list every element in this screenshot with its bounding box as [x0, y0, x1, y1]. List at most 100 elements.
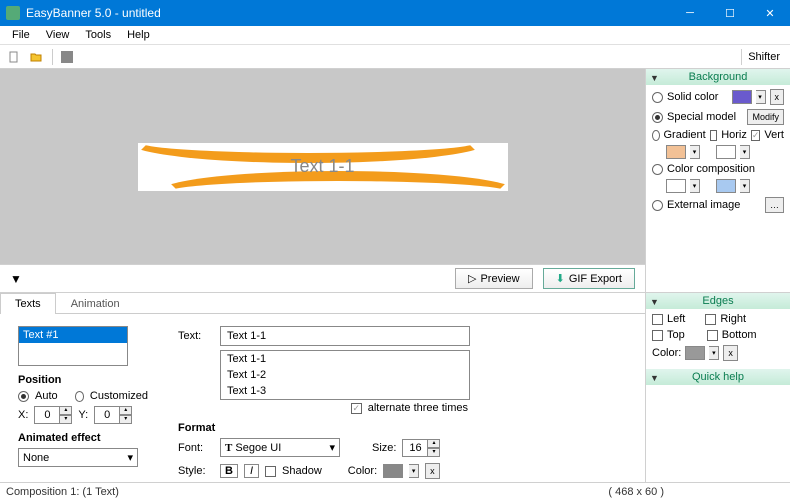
color-button[interactable] [57, 47, 77, 67]
open-button[interactable] [26, 47, 46, 67]
colorcomp-radio[interactable] [652, 164, 663, 175]
alternate-check[interactable] [351, 403, 362, 414]
chevron-down-icon: ▾ [329, 441, 335, 454]
x-up[interactable]: ▴ [60, 406, 72, 415]
solid-color-clear[interactable]: x [770, 89, 785, 105]
menubar: File View Tools Help [0, 26, 790, 45]
grad-color2-drop[interactable]: ▾ [740, 145, 750, 159]
background-panel-header[interactable]: ▼Background [646, 69, 790, 85]
grad-color1-swatch[interactable] [666, 145, 686, 159]
external-image-radio[interactable] [652, 200, 663, 211]
edge-right-check[interactable] [705, 314, 716, 325]
format-label: Format [178, 422, 470, 434]
text-line[interactable]: Text 1-2 [221, 367, 469, 383]
y-up[interactable]: ▴ [120, 406, 132, 415]
size-down[interactable]: ▾ [428, 448, 440, 457]
external-image-browse[interactable]: … [765, 197, 784, 213]
canvas-stage[interactable]: Text 1-1 [0, 69, 645, 264]
gradient-label: Gradient [664, 129, 706, 141]
edges-panel-header[interactable]: ▼Edges [646, 293, 790, 309]
edge-bottom-check[interactable] [707, 330, 718, 341]
edge-color-label: Color: [652, 347, 681, 359]
size-up[interactable]: ▴ [428, 439, 440, 448]
solid-color-dropdown[interactable]: ▾ [756, 90, 766, 104]
grad-color2-swatch[interactable] [716, 145, 736, 159]
toolbar: Shifter [0, 45, 790, 69]
auto-radio[interactable] [18, 391, 29, 402]
maximize-button[interactable]: ☐ [710, 0, 750, 26]
text-lines-box[interactable]: Text 1-1 Text 1-2 Text 1-3 [220, 350, 470, 400]
colorcomp-label: Color composition [667, 163, 755, 175]
bold-button[interactable]: B [220, 464, 238, 478]
text-input[interactable] [220, 326, 470, 346]
style-label: Style: [178, 465, 214, 477]
vert-label: Vert [764, 129, 784, 141]
app-icon [6, 6, 20, 20]
banner-text: Text 1-1 [290, 156, 354, 177]
alternate-label: alternate three times [368, 402, 468, 414]
y-label: Y: [78, 409, 88, 421]
text-color-swatch[interactable] [383, 464, 403, 478]
anim-effect-select[interactable]: None▾ [18, 448, 138, 467]
shadow-label: Shadow [282, 465, 322, 477]
cc-color2-drop[interactable]: ▾ [740, 179, 750, 193]
cc-color1-swatch[interactable] [666, 179, 686, 193]
font-label: Font: [178, 442, 214, 454]
horiz-label: Horiz [721, 129, 747, 141]
y-spinner[interactable]: ▴▾ [94, 406, 132, 424]
horiz-check[interactable] [710, 130, 718, 141]
tab-texts[interactable]: Texts [0, 293, 56, 314]
menu-tools[interactable]: Tools [77, 27, 119, 43]
edge-left-check[interactable] [652, 314, 663, 325]
menu-file[interactable]: File [4, 27, 38, 43]
close-button[interactable]: ✕ [750, 0, 790, 26]
x-spinner[interactable]: ▴▾ [34, 406, 72, 424]
menu-view[interactable]: View [38, 27, 78, 43]
status-dimensions: ( 468 x 60 ) [608, 486, 664, 498]
list-item[interactable]: Text #1 [19, 327, 127, 343]
shifter-button[interactable]: Shifter [741, 49, 786, 65]
preview-button[interactable]: ▷Preview [455, 268, 533, 289]
quickhelp-panel-header[interactable]: ▼Quick help [646, 369, 790, 385]
tab-animation[interactable]: Animation [56, 293, 135, 314]
text-list[interactable]: Text #1 [18, 326, 128, 366]
size-label: Size: [372, 442, 396, 454]
text-color-drop[interactable]: ▾ [409, 464, 419, 478]
text-label: Text: [178, 330, 214, 342]
size-spinner[interactable]: ▴▾ [402, 439, 440, 457]
solid-color-swatch[interactable] [732, 90, 752, 104]
new-button[interactable] [4, 47, 24, 67]
text-line[interactable]: Text 1-3 [221, 383, 469, 399]
text-color-label: Color: [348, 465, 377, 477]
text-line[interactable]: Text 1-1 [221, 351, 469, 367]
canvas-area: Text 1-1 ▼ ▷Preview ⬇GIF Export [0, 69, 645, 292]
edge-color-drop[interactable]: ▾ [709, 346, 719, 360]
edge-color-clear[interactable]: x [723, 345, 738, 361]
shadow-check[interactable] [265, 466, 276, 477]
banner-preview: Text 1-1 [138, 143, 508, 191]
text-color-clear[interactable]: x [425, 463, 440, 479]
gif-export-button[interactable]: ⬇GIF Export [543, 268, 635, 289]
special-model-radio[interactable] [652, 112, 663, 123]
edge-top-check[interactable] [652, 330, 663, 341]
expand-icon[interactable]: ▼ [10, 272, 22, 286]
custom-radio[interactable] [75, 391, 84, 402]
menu-help[interactable]: Help [119, 27, 158, 43]
minimize-button[interactable]: ─ [670, 0, 710, 26]
vert-check[interactable] [751, 130, 761, 141]
italic-button[interactable]: I [244, 464, 259, 478]
gradient-radio[interactable] [652, 130, 660, 141]
font-select[interactable]: T Segoe UI▾ [220, 438, 340, 457]
titlebar: EasyBanner 5.0 - untitled ─ ☐ ✕ [0, 0, 790, 26]
cc-color1-drop[interactable]: ▾ [690, 179, 700, 193]
y-down[interactable]: ▾ [120, 415, 132, 424]
solid-color-radio[interactable] [652, 92, 663, 103]
cc-color2-swatch[interactable] [716, 179, 736, 193]
position-label: Position [18, 374, 148, 386]
x-down[interactable]: ▾ [60, 415, 72, 424]
special-model-label: Special model [667, 111, 736, 123]
edge-color-swatch[interactable] [685, 346, 705, 360]
modify-button[interactable]: Modify [747, 109, 784, 125]
tabs: Texts Animation [0, 293, 645, 314]
grad-color1-drop[interactable]: ▾ [690, 145, 700, 159]
